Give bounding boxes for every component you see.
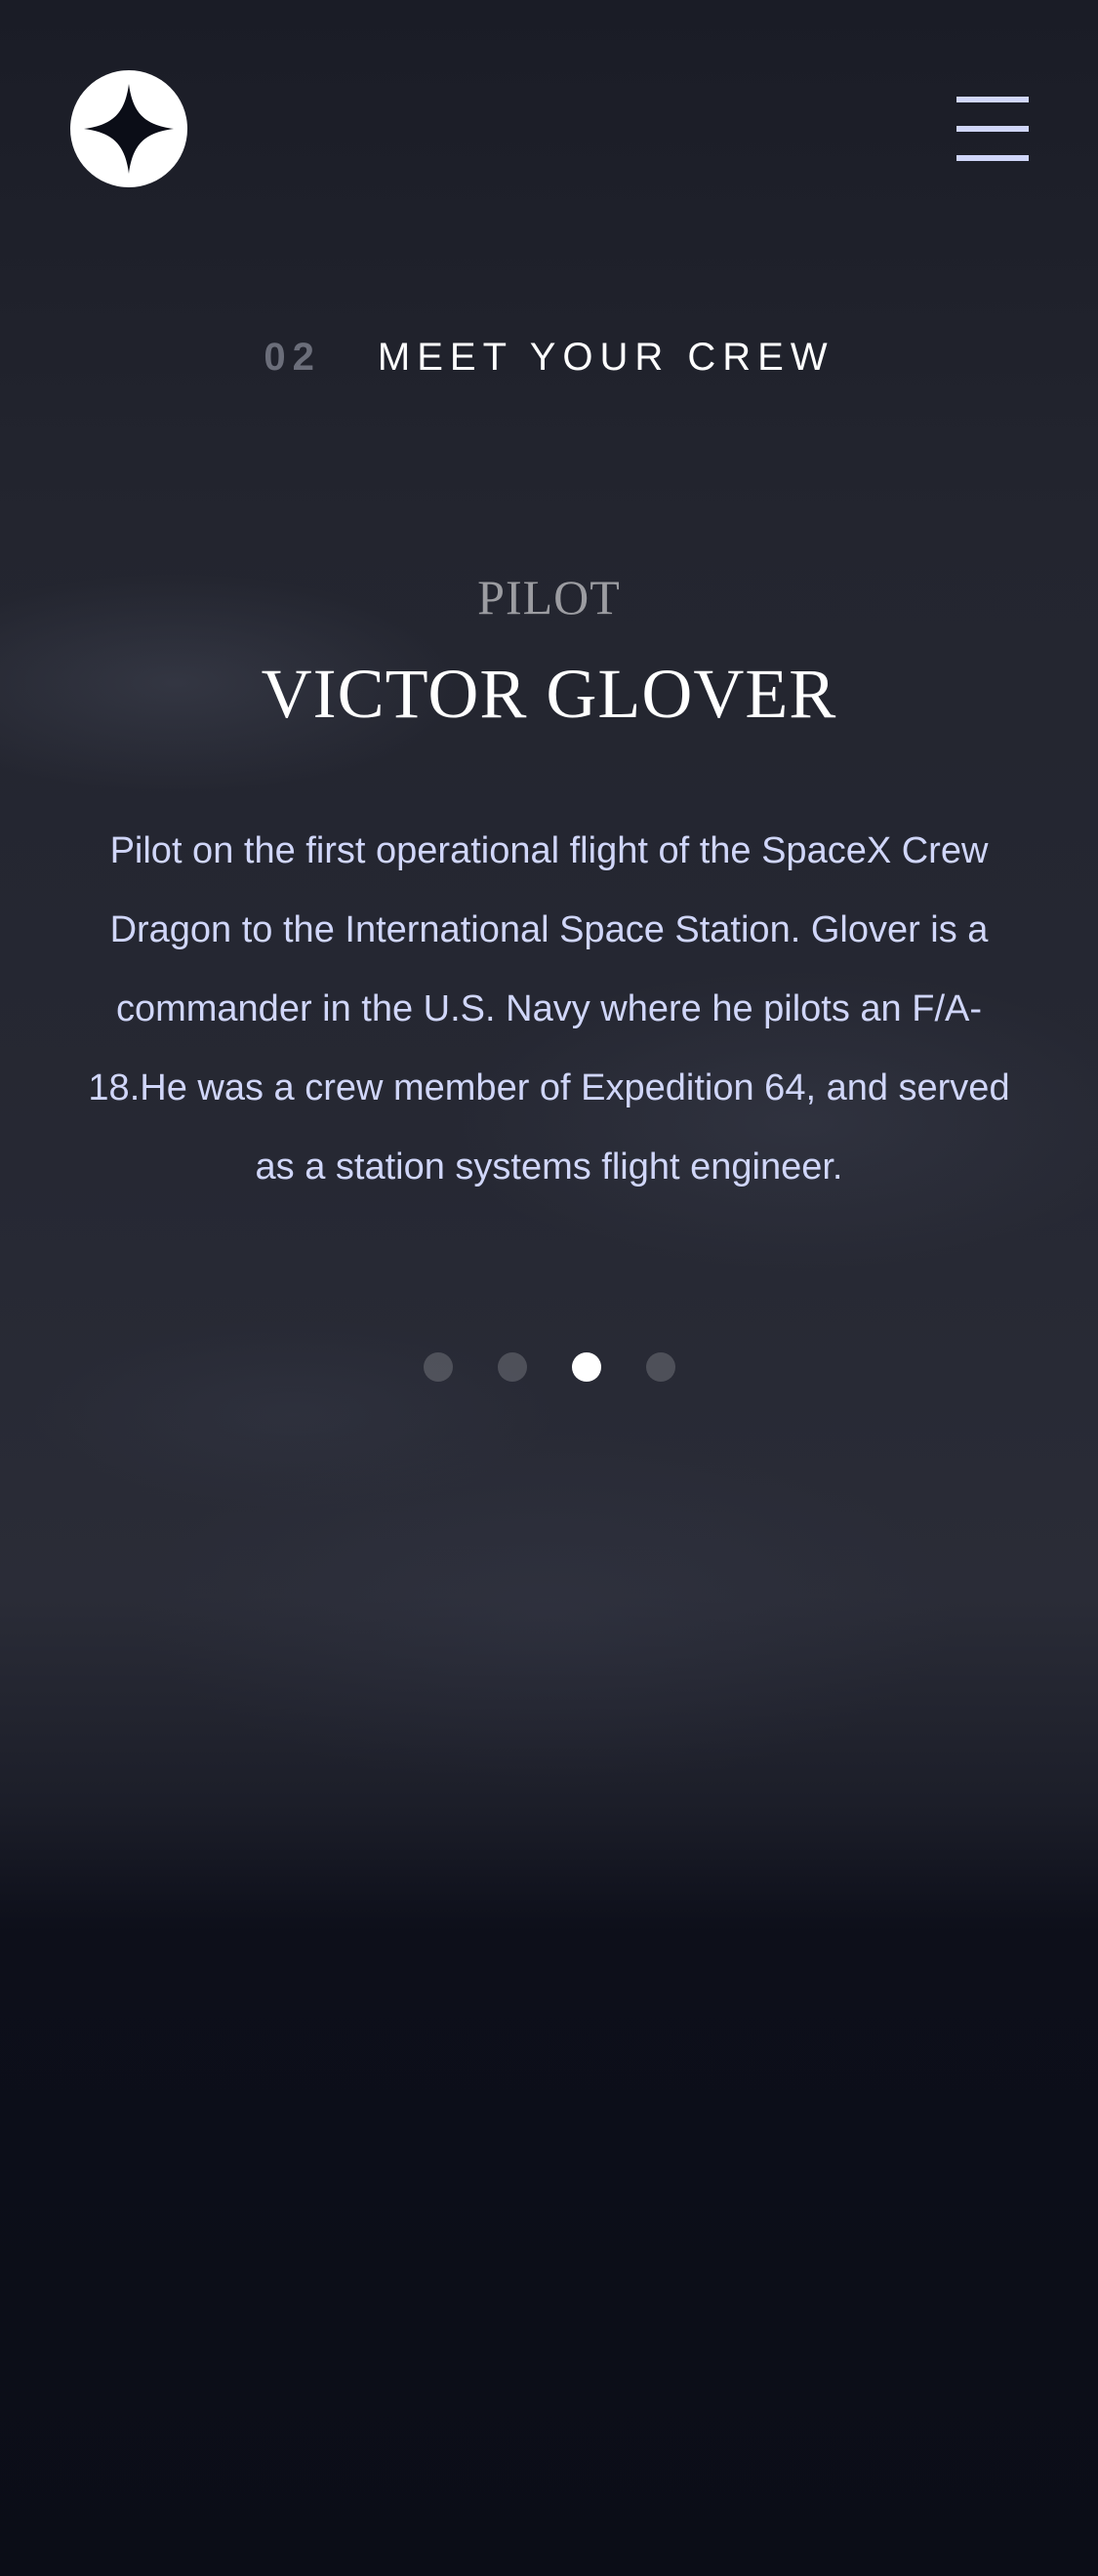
- carousel-dot-2[interactable]: [497, 1352, 527, 1382]
- carousel-dots: [0, 1352, 1098, 1382]
- section-title: MEET YOUR CREW: [377, 336, 834, 379]
- carousel-dot-1[interactable]: [423, 1352, 453, 1382]
- section-heading: 02 MEET YOUR CREW: [0, 330, 1098, 384]
- menu-bar: [956, 155, 1029, 161]
- carousel-dot-3[interactable]: [571, 1352, 601, 1382]
- menu-bar: [956, 97, 1029, 102]
- hamburger-menu-icon[interactable]: [956, 97, 1029, 161]
- crew-name: VICTOR GLOVER: [261, 655, 837, 733]
- crew-bio: Pilot on the first operational flight of…: [88, 830, 1010, 1187]
- menu-bar: [956, 126, 1029, 132]
- crew-role: PILOT: [477, 570, 621, 624]
- four-point-star-logo-icon: [70, 70, 187, 187]
- carousel-dot-4[interactable]: [645, 1352, 675, 1382]
- background-image: [0, 0, 1098, 2576]
- section-number: 02: [264, 336, 321, 379]
- logo[interactable]: [70, 70, 187, 187]
